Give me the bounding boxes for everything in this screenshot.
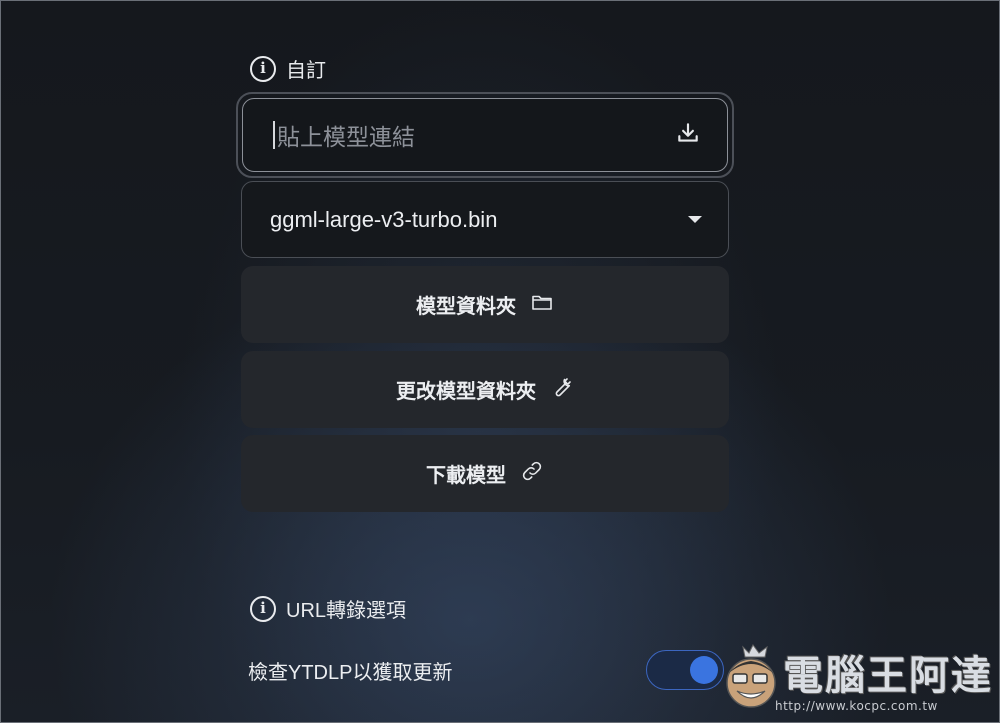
- change-model-folder-label: 更改模型資料夾: [396, 381, 536, 403]
- model-select[interactable]: ggml-large-v3-turbo.bin: [241, 181, 729, 258]
- watermark-url: http://www.kocpc.com.tw: [775, 699, 938, 713]
- wrench-icon: [550, 375, 574, 405]
- model-folder-button[interactable]: 模型資料夾: [241, 266, 729, 343]
- model-link-input-wrapper: 貼上模型連結: [236, 92, 734, 178]
- toggle-knob: [690, 656, 718, 684]
- model-link-placeholder: 貼上模型連結: [277, 124, 415, 150]
- model-link-input[interactable]: 貼上模型連結: [242, 98, 728, 172]
- download-model-button[interactable]: 下載模型: [241, 435, 729, 512]
- download-model-label: 下載模型: [426, 465, 506, 487]
- info-icon[interactable]: i: [250, 595, 276, 622]
- chevron-down-icon: [688, 216, 702, 223]
- text-caret: [273, 121, 275, 149]
- watermark-text: 電腦王阿達: [783, 653, 993, 699]
- ytdlp-update-row: 檢查YTDLP以獲取更新: [248, 640, 728, 700]
- link-icon: [520, 459, 544, 489]
- mascot-logo-icon: [726, 644, 776, 708]
- url-section-header: i URL轉錄選項: [250, 594, 406, 623]
- model-folder-label: 模型資料夾: [416, 296, 516, 318]
- info-icon[interactable]: i: [250, 55, 276, 82]
- model-select-value: ggml-large-v3-turbo.bin: [270, 206, 498, 232]
- custom-section-header: i 自訂: [250, 54, 326, 83]
- ytdlp-update-toggle[interactable]: [646, 650, 724, 690]
- watermark: 電腦王阿達 http://www.kocpc.com.tw: [715, 635, 1000, 723]
- folder-icon: [530, 290, 554, 320]
- custom-section-title: 自訂: [286, 60, 326, 82]
- download-icon[interactable]: [675, 120, 701, 151]
- url-section-title: URL轉錄選項: [286, 600, 407, 622]
- change-model-folder-button[interactable]: 更改模型資料夾: [241, 351, 729, 428]
